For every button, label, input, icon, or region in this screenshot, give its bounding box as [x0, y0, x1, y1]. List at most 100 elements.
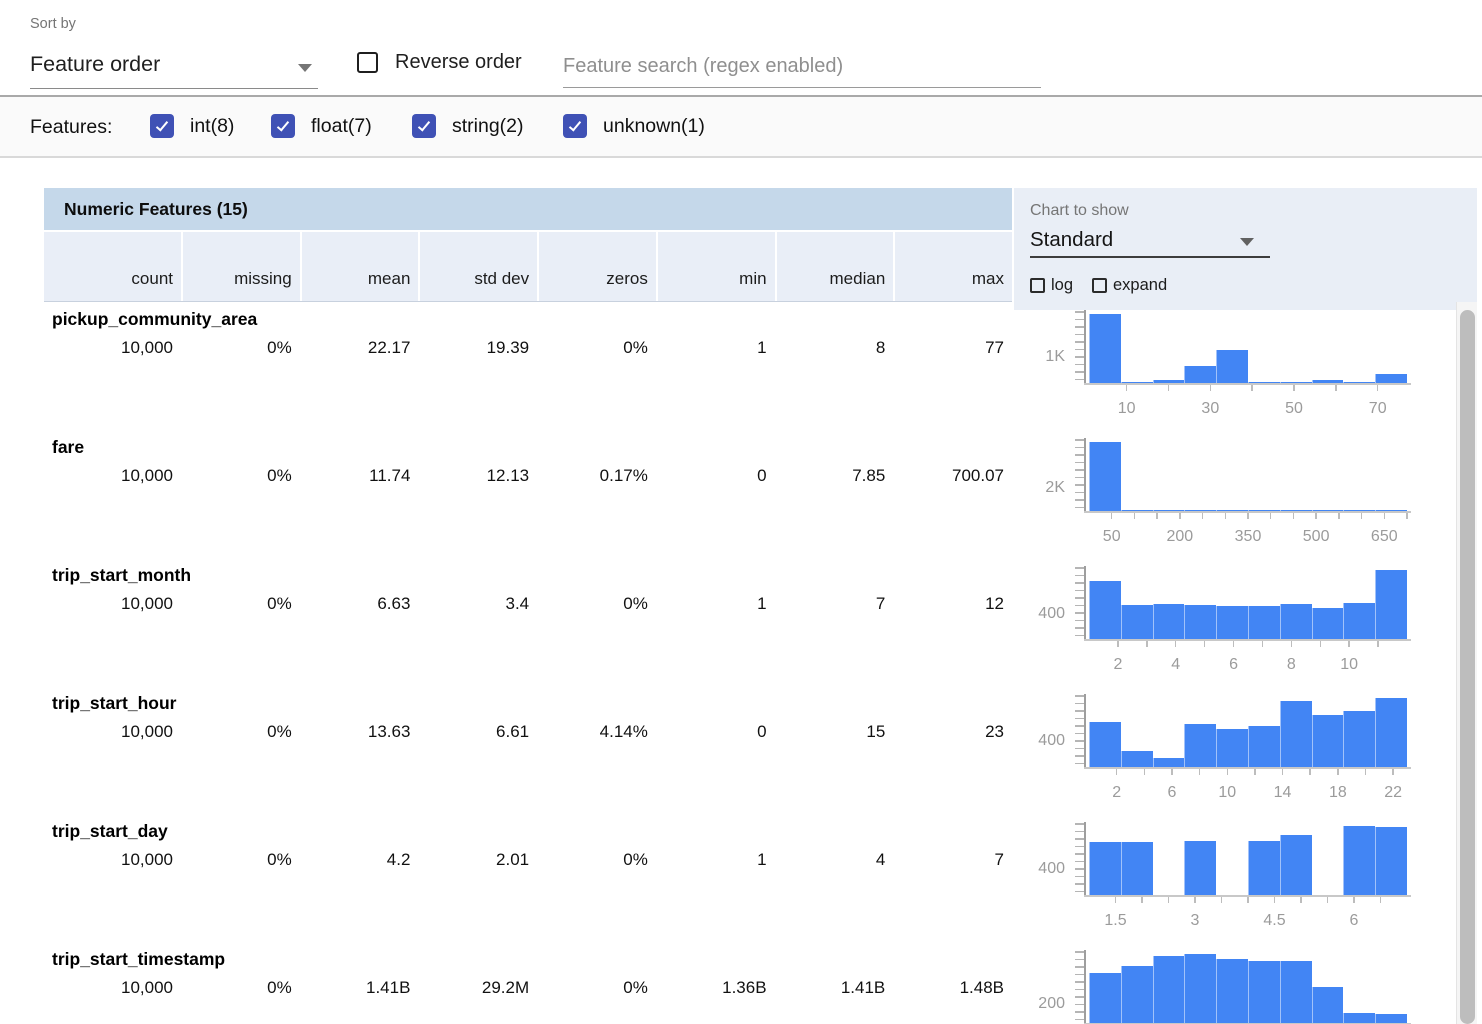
y-axis-line	[1084, 950, 1086, 1024]
x-axis-tick	[1315, 513, 1317, 519]
y-axis-tick	[1075, 484, 1084, 486]
stat-max: 23	[893, 722, 1012, 742]
feature-row: trip_start_hour10,0000%13.636.614.14%015…	[0, 686, 1482, 814]
x-tick-label: 4	[1146, 656, 1206, 674]
y-axis-tick	[1075, 507, 1084, 509]
check-icon	[277, 118, 289, 131]
expand-checkbox[interactable]	[1092, 278, 1107, 293]
feature-filter-unknown[interactable]: unknown(1)	[563, 114, 705, 138]
x-axis-tick	[1384, 513, 1386, 519]
stat-missing: 0%	[181, 722, 300, 742]
feature-filter-string[interactable]: string(2)	[412, 114, 524, 138]
y-axis-tick	[1075, 439, 1084, 441]
feature-search-input[interactable]	[563, 46, 1041, 88]
feature-row: trip_start_day10,0000%4.22.010%1474001.5…	[0, 814, 1482, 942]
histogram-bar	[1121, 605, 1153, 639]
x-axis-line	[1084, 767, 1411, 769]
feature-filter-int[interactable]: int(8)	[150, 114, 234, 138]
feature-row: trip_start_timestamp10,0000%1.41B29.2M0%…	[0, 942, 1482, 1024]
histogram-bar	[1280, 835, 1312, 895]
y-axis-tick	[1075, 499, 1084, 501]
stat-zeros: 0%	[537, 850, 656, 870]
histogram-bar	[1184, 605, 1216, 639]
x-axis-tick	[1291, 641, 1293, 647]
log-checkbox[interactable]	[1030, 278, 1045, 293]
feature-name: trip_start_timestamp	[52, 949, 225, 970]
histogram-bar	[1343, 603, 1375, 639]
y-axis-tick	[1075, 951, 1084, 953]
y-axis-tick	[1075, 755, 1084, 757]
y-axis-tick	[1075, 831, 1084, 833]
y-axis-tick	[1075, 492, 1084, 494]
x-axis-tick	[1117, 641, 1119, 647]
feature-filter-label: int(8)	[190, 115, 234, 138]
y-axis-tick	[1075, 635, 1084, 637]
x-axis-tick	[1274, 897, 1276, 903]
y-axis-tick	[1075, 883, 1084, 885]
feature-histogram: 1K10305070	[1020, 302, 1457, 430]
stat-missing: 0%	[181, 466, 300, 486]
stat-count: 10,000	[44, 722, 181, 742]
y-axis-tick	[1075, 846, 1084, 848]
x-axis-tick	[1270, 513, 1272, 519]
y-axis-tick	[1075, 996, 1084, 998]
log-label: log	[1051, 276, 1073, 295]
histogram-bar	[1121, 966, 1153, 1023]
histogram-bar	[1375, 1014, 1407, 1023]
y-axis-tick	[1075, 620, 1084, 622]
histogram-bar	[1121, 842, 1153, 895]
y-axis-line	[1084, 310, 1086, 384]
chart-to-show-dropdown[interactable]: Standard	[1030, 226, 1270, 258]
sort-by-value: Feature order	[30, 52, 160, 77]
x-axis-tick	[1380, 897, 1382, 903]
stat-mean: 11.74	[300, 466, 419, 486]
checked-checkbox[interactable]	[271, 114, 295, 138]
stat-count: 10,000	[44, 978, 181, 998]
reverse-order-checkbox[interactable]	[357, 52, 378, 73]
x-axis-tick	[1327, 897, 1329, 903]
chevron-down-icon	[1240, 238, 1254, 246]
histogram-bar	[1184, 724, 1216, 767]
stat-mean: 13.63	[300, 722, 419, 742]
y-axis-tick	[1075, 733, 1084, 735]
x-axis-tick	[1293, 385, 1295, 391]
y-axis-label: 400	[1020, 859, 1065, 879]
y-axis-tick	[1075, 1011, 1084, 1013]
x-axis-tick	[1320, 641, 1322, 647]
y-axis-tick	[1075, 454, 1084, 456]
x-axis-tick	[1111, 513, 1113, 519]
x-tick-label: 10	[1319, 656, 1379, 674]
histogram-bar	[1216, 729, 1248, 767]
y-axis-label: 400	[1020, 604, 1065, 624]
column-header-zeros: zeros	[537, 232, 656, 301]
feature-filter-label: unknown(1)	[603, 115, 705, 138]
stat-mean: 6.63	[300, 594, 419, 614]
y-axis-tick	[1075, 371, 1084, 373]
y-axis-tick	[1075, 1004, 1084, 1006]
stat-std-dev: 6.61	[418, 722, 537, 742]
x-axis-tick	[1392, 769, 1394, 775]
feature-name: trip_start_month	[52, 565, 191, 586]
y-axis-tick	[1075, 597, 1084, 599]
x-axis-tick	[1179, 513, 1181, 519]
stat-zeros: 4.14%	[537, 722, 656, 742]
x-axis-tick	[1262, 641, 1264, 647]
y-axis-tick	[1075, 974, 1084, 976]
y-axis-tick	[1075, 710, 1084, 712]
stat-min: 0	[656, 722, 775, 742]
sort-by-dropdown[interactable]: Feature order	[30, 44, 318, 89]
histogram-bar	[1280, 961, 1312, 1023]
vertical-scrollbar-track[interactable]	[1456, 302, 1477, 1024]
x-axis-tick	[1361, 513, 1363, 519]
feature-filter-float[interactable]: float(7)	[271, 114, 372, 138]
vertical-scrollbar-thumb[interactable]	[1460, 310, 1475, 1024]
y-axis-tick	[1075, 861, 1084, 863]
checked-checkbox[interactable]	[563, 114, 587, 138]
checked-checkbox[interactable]	[412, 114, 436, 138]
y-axis-tick	[1075, 379, 1084, 381]
x-axis-tick	[1282, 769, 1284, 775]
checked-checkbox[interactable]	[150, 114, 174, 138]
stat-min: 1	[656, 594, 775, 614]
histogram-bar	[1153, 956, 1185, 1023]
table-title: Numeric Features (15)	[44, 188, 1012, 232]
